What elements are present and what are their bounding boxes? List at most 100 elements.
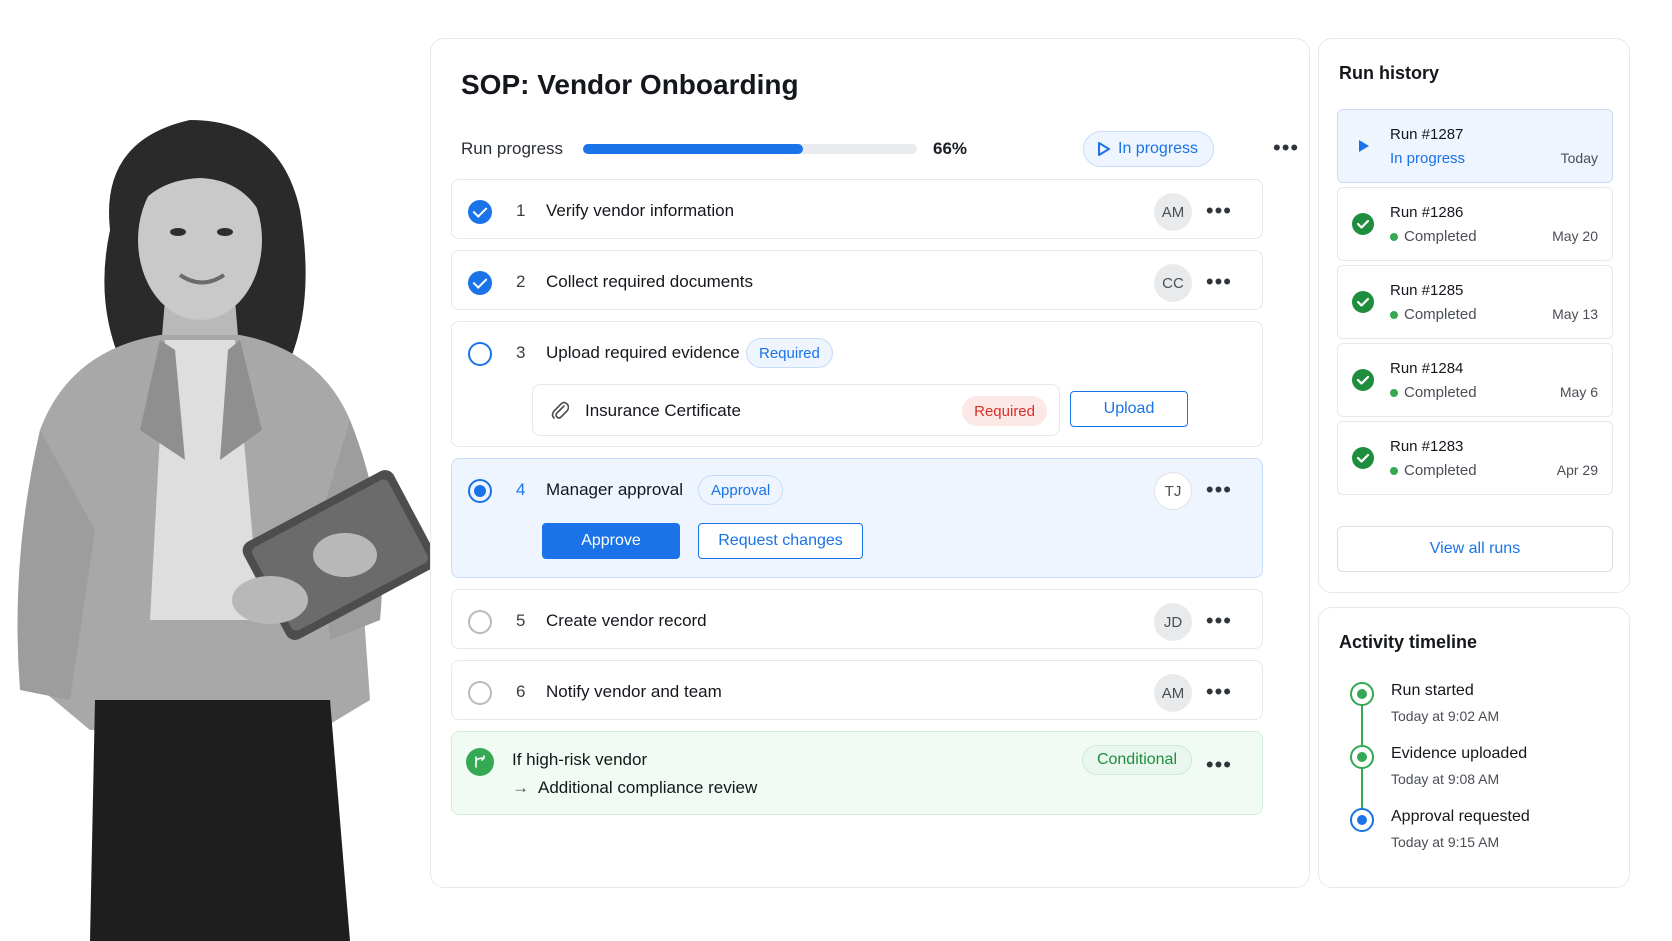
progress-percent: 66% [933,139,968,158]
run-item[interactable]: Run #1285 Completed May 13 [1337,265,1613,339]
progress-label: Run progress [461,139,564,158]
run-name: Run #1283 [1390,438,1464,455]
approval-tag: Approval [698,475,784,505]
more-options-icon[interactable]: ••• [1206,681,1232,703]
more-options-icon[interactable]: ••• [1206,200,1232,222]
step-number: 6 [516,682,526,701]
run-status: Completed [1390,306,1477,323]
run-status: Completed [1390,462,1477,479]
activity-title: Activity timeline [1339,632,1478,652]
check-circle-icon [1352,369,1374,391]
conditional-tag: Conditional [1081,745,1192,775]
branch-icon [466,748,494,776]
upload-button[interactable]: Upload [1070,391,1188,427]
run-date: Today [1560,150,1598,166]
run-status-label: Completed [1404,462,1477,479]
paperclip-icon [551,401,569,419]
progress-row: Run progress 66% In progress ••• [461,131,1298,167]
activity-timeline-card: Activity timeline Run started Today at 9… [1318,607,1630,888]
step-row[interactable]: 2 Collect required documents CC ••• [451,250,1263,310]
run-item[interactable]: Run #1284 Completed May 6 [1337,343,1613,417]
timeline-dot [1350,808,1374,832]
run-item[interactable]: Run #1283 Completed Apr 29 [1337,421,1613,495]
more-options-icon[interactable]: ••• [1206,479,1232,501]
check-circle-icon [1352,447,1374,469]
avatar[interactable]: AM [1154,674,1192,712]
view-all-runs-button[interactable]: View all runs [1337,526,1613,572]
step-number: 5 [516,611,526,630]
checkbox-empty[interactable] [468,610,492,634]
step-title: Manager approval [546,480,684,499]
checkbox-empty[interactable] [468,342,492,366]
step-number: 2 [516,272,526,291]
person-illustration [17,120,438,941]
more-options-icon[interactable]: ••• [1273,137,1299,159]
avatar[interactable]: AM [1154,193,1192,231]
condition-text: If high-risk vendor [512,750,648,769]
avatar[interactable]: JD [1154,603,1192,641]
event-title: Approval requested [1391,808,1530,825]
required-tag: Required [746,338,833,368]
run-name: Run #1285 [1390,282,1464,299]
checkbox-checked[interactable] [468,271,492,295]
required-badge: Required [962,396,1047,426]
run-item[interactable]: Run #1286 Completed May 20 [1337,187,1613,261]
run-history-card: Run history Run #1287 In progress Today … [1318,38,1630,593]
step-row[interactable]: 1 Verify vendor information AM ••• [451,179,1263,239]
run-name: Run #1287 [1390,126,1464,143]
step-title: Verify vendor information [546,201,735,220]
run-history-title: Run history [1339,63,1440,83]
avatar[interactable]: TJ [1154,472,1192,510]
timeline-dot [1350,745,1374,769]
status-dot [1390,466,1398,475]
run-status-label: Completed [1404,306,1477,323]
run-name: Run #1286 [1390,204,1464,221]
page-title: SOP: Vendor Onboarding [461,69,799,100]
status-dot [1390,388,1398,397]
run-status: Completed [1390,384,1477,401]
checkbox-checked[interactable] [468,200,492,224]
progress-fill [583,144,804,154]
approve-button[interactable]: Approve [542,523,680,559]
avatar[interactable]: CC [1154,264,1192,302]
more-options-icon[interactable]: ••• [1206,271,1232,293]
status-pill[interactable]: In progress [1083,131,1215,167]
event-title: Evidence uploaded [1391,745,1528,762]
event-time: Today at 9:02 AM [1391,708,1500,724]
play-icon [1359,140,1369,152]
step-row[interactable]: 3 Upload required evidence Required Insu… [451,321,1263,447]
run-status: In progress [1390,150,1466,167]
more-options-icon[interactable]: ••• [1206,754,1232,776]
sop-card: SOP: Vendor Onboarding Run progress 66% … [430,38,1310,888]
timeline-dot [1350,682,1374,706]
check-circle-icon [1352,213,1374,235]
run-date: Apr 29 [1556,462,1598,478]
run-status-label: Completed [1404,384,1477,401]
event-time: Today at 9:08 AM [1391,771,1500,787]
checkbox-empty[interactable] [468,681,492,705]
status-dot [1390,232,1398,241]
step-row-active[interactable]: 4 Manager approval Approval TJ ••• Appro… [451,458,1263,578]
radio-active[interactable] [468,479,492,503]
step-number: 1 [516,201,526,220]
evidence-item: Insurance Certificate Required [532,384,1060,436]
step-title: Notify vendor and team [546,682,722,701]
step-row[interactable]: 6 Notify vendor and team AM ••• [451,660,1263,720]
more-options-icon[interactable]: ••• [1206,610,1232,632]
event-title: Run started [1391,682,1474,699]
step-number: 3 [516,343,526,362]
conditional-row[interactable]: If high-risk vendor → Additional complia… [451,731,1263,815]
run-item[interactable]: Run #1287 In progress Today [1337,109,1613,183]
request-changes-button[interactable]: Request changes [698,523,863,559]
step-title: Collect required documents [546,272,753,291]
step-title: Create vendor record [546,611,707,630]
arrow-icon: → [512,778,529,797]
run-date: May 20 [1552,228,1598,244]
step-row[interactable]: 5 Create vendor record JD ••• [451,589,1263,649]
run-name: Run #1284 [1390,360,1464,377]
event-time: Today at 9:15 AM [1391,834,1500,850]
outcome-text: Additional compliance review [538,778,758,797]
evidence-label: Insurance Certificate [585,401,741,420]
run-date: May 13 [1552,306,1598,322]
run-date: May 6 [1559,384,1598,400]
